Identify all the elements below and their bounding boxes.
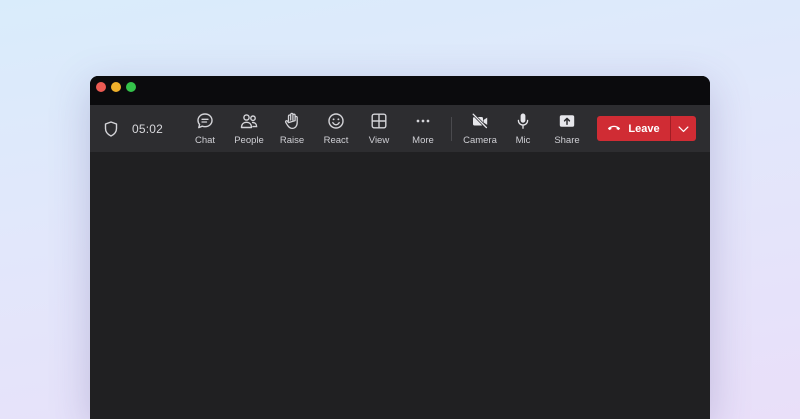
microphone-icon — [514, 112, 532, 130]
view-button[interactable]: View — [359, 112, 399, 148]
people-icon — [240, 112, 258, 130]
mic-button[interactable]: Mic — [503, 112, 543, 148]
smiley-icon — [327, 112, 345, 130]
leave-button[interactable]: Leave — [597, 116, 670, 141]
title-bar — [90, 76, 710, 105]
meeting-window: 05:02 Chat People Raise React View More … — [90, 76, 710, 419]
view-label: View — [368, 135, 390, 146]
shield-icon[interactable] — [104, 121, 118, 137]
share-label: Share — [554, 135, 580, 146]
raise-label: Raise — [279, 135, 305, 146]
grid-view-icon — [370, 112, 388, 130]
camera-button[interactable]: Camera — [460, 112, 500, 148]
camera-off-icon — [471, 112, 489, 130]
phone-hangup-icon — [607, 123, 621, 135]
people-label: People — [234, 135, 264, 146]
leave-label: Leave — [628, 122, 660, 135]
maximize-window-button[interactable] — [126, 82, 136, 92]
raise-hand-icon — [283, 112, 301, 130]
people-button[interactable]: People — [229, 112, 269, 148]
mic-label: Mic — [515, 135, 531, 146]
video-stage — [90, 152, 710, 419]
chat-label: Chat — [194, 135, 216, 146]
leave-button-group: Leave — [597, 116, 696, 141]
close-window-button[interactable] — [96, 82, 106, 92]
minimize-window-button[interactable] — [111, 82, 121, 92]
raise-hand-button[interactable]: Raise — [272, 112, 312, 148]
share-screen-icon — [558, 112, 576, 130]
camera-label: Camera — [463, 135, 497, 146]
call-timer: 05:02 — [132, 122, 164, 136]
chat-bubble-icon — [196, 112, 214, 130]
ellipsis-icon — [414, 112, 432, 130]
leave-options-button[interactable] — [671, 116, 696, 141]
chat-button[interactable]: Chat — [185, 112, 225, 148]
toolbar-divider — [451, 117, 452, 141]
more-label: More — [412, 135, 434, 146]
more-button[interactable]: More — [403, 112, 443, 148]
react-button[interactable]: React — [316, 112, 356, 148]
share-button[interactable]: Share — [547, 112, 587, 148]
chevron-down-icon — [678, 120, 689, 138]
react-label: React — [323, 135, 349, 146]
meeting-toolbar: 05:02 Chat People Raise React View More … — [90, 105, 710, 152]
